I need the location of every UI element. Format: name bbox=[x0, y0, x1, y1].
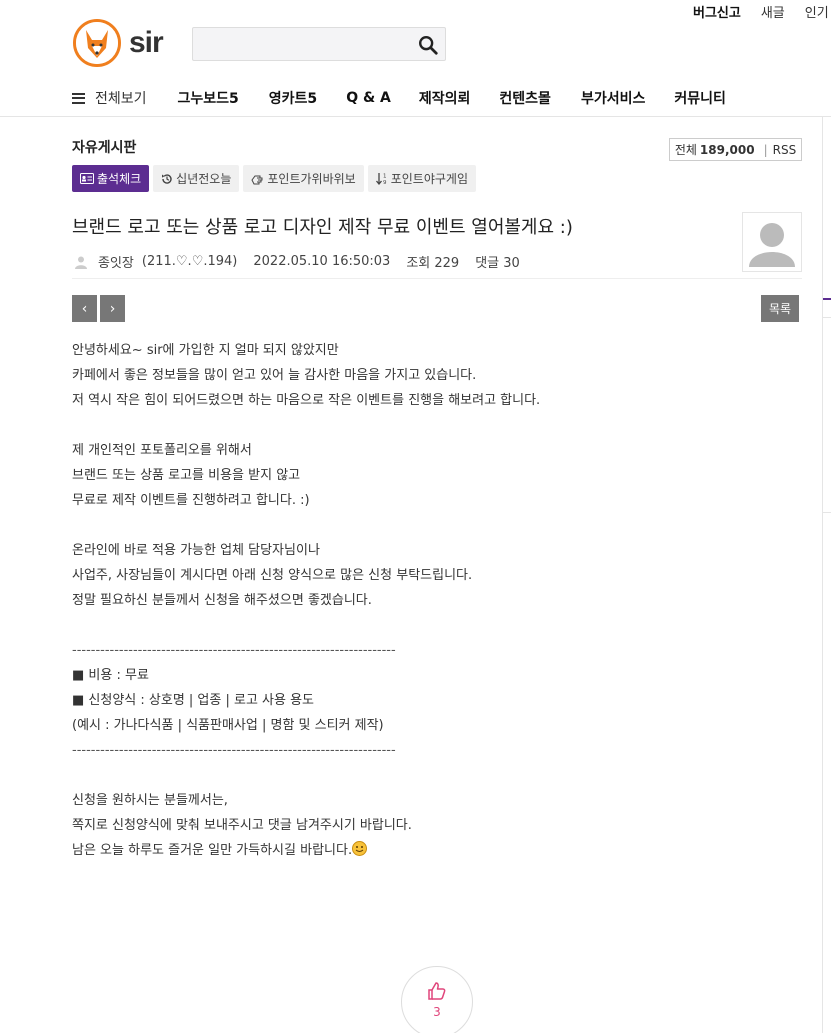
nav-item-services[interactable]: 부가서비스 bbox=[581, 88, 645, 108]
content-last-line: 남은 오늘 하루도 즐거운 일만 가득하시길 바랍니다. bbox=[72, 838, 540, 863]
content-line: ■ 신청양식 : 상호명 | 업종 | 로고 사용 용도 bbox=[72, 693, 315, 708]
content-line: ----------------------------------------… bbox=[72, 743, 396, 758]
rss-link[interactable]: RSS bbox=[773, 143, 797, 157]
meta-divider bbox=[72, 278, 802, 279]
logo-text: sir bbox=[129, 26, 164, 59]
ten-years-ago-label: 십년전오늘 bbox=[176, 172, 232, 186]
content-line bbox=[72, 413, 540, 438]
count-value: 189,000 bbox=[699, 142, 755, 157]
board-tags: 출석체크 십년전오늘 포인트가위바위보 1 9 포인트야구게임 bbox=[72, 165, 476, 192]
author-name[interactable]: 종잇장 bbox=[98, 252, 134, 271]
user-icon bbox=[75, 256, 87, 269]
sort-numeric-icon: 1 9 bbox=[375, 173, 387, 185]
content-line: 온라인에 바로 적용 가능한 업체 담당자님이나 bbox=[72, 543, 320, 558]
content-line bbox=[72, 613, 540, 638]
search-input[interactable] bbox=[192, 27, 446, 61]
content-line: 남은 오늘 하루도 즐거운 일만 가득하시길 바랍니다. bbox=[72, 843, 353, 858]
site-logo[interactable]: sir bbox=[73, 19, 164, 67]
hamburger-icon bbox=[72, 92, 85, 104]
sidebar-divider bbox=[823, 317, 831, 318]
svg-text:1: 1 bbox=[383, 174, 387, 180]
attendance-label: 출석체크 bbox=[97, 172, 142, 186]
content-line: 안녕하세요~ sir에 가입한 지 얼마 되지 않았지만 bbox=[72, 343, 339, 358]
post-content: 안녕하세요~ sir에 가입한 지 얼마 되지 않았지만 카페에서 좋은 정보들… bbox=[72, 338, 540, 863]
svg-text:9: 9 bbox=[383, 180, 387, 185]
nav-all-label: 전체보기 bbox=[95, 91, 147, 107]
count-label: 전체 bbox=[674, 143, 697, 157]
content-line: 쪽지로 신청양식에 맞춰 보내주시고 댓글 남겨주시기 바랍니다. bbox=[72, 818, 412, 833]
like-count: 3 bbox=[433, 1005, 441, 1019]
content-line: 저 역시 작은 힘이 되어드렸으면 하는 마음으로 작은 이벤트를 진행을 해보… bbox=[72, 393, 541, 408]
separator: | bbox=[763, 142, 768, 157]
nav-item-content-mall[interactable]: 컨텐츠몰 bbox=[499, 88, 551, 108]
author-ip: (211.♡.♡.194) bbox=[141, 254, 238, 269]
sidebar-divider bbox=[823, 512, 831, 513]
rock-paper-scissors-label: 포인트가위바위보 bbox=[267, 172, 356, 186]
content-line: 신청을 원하시는 분들께서는, bbox=[72, 793, 228, 808]
content-line: 제 개인적인 포토폴리오를 위해서 bbox=[72, 443, 252, 458]
comment-count[interactable]: 댓글 30 bbox=[475, 252, 520, 271]
ten-years-ago-button[interactable]: 십년전오늘 bbox=[153, 165, 240, 192]
user-avatar-icon bbox=[749, 223, 795, 267]
top-links: 버그신고 새글 인기 bbox=[693, 2, 829, 21]
fox-logo-icon bbox=[73, 19, 121, 67]
board-title: 자유게시판 bbox=[72, 140, 137, 156]
nav-item-youngcart[interactable]: 영카트5 bbox=[269, 88, 317, 108]
sidebar-accent bbox=[823, 298, 831, 300]
id-card-icon bbox=[80, 173, 94, 184]
content-line bbox=[72, 513, 540, 538]
hand-icon bbox=[251, 175, 263, 184]
baseball-game-label: 포인트야구게임 bbox=[390, 172, 468, 186]
content-line: ----------------------------------------… bbox=[72, 643, 396, 658]
right-sidebar-edge bbox=[822, 117, 831, 1033]
post-meta: 종잇장 (211.♡.♡.194) 2022.05.10 16:50:03 조회… bbox=[74, 252, 532, 271]
content-line: 정말 필요하신 분들께서 신청을 해주셨으면 좋겠습니다. bbox=[72, 593, 372, 608]
content-line: 카페에서 좋은 정보들을 많이 얻고 있어 늘 감사한 마음을 가지고 있습니다… bbox=[72, 368, 477, 383]
popular-link[interactable]: 인기 bbox=[805, 2, 829, 21]
main-nav: 전체보기 그누보드5 영카트5 Q & A 제작의뢰 컨텐츠몰 부가서비스 커뮤… bbox=[72, 88, 726, 108]
content-line: (예시 : 가나다식품 | 식품판매사업 | 명함 및 스티커 제작) bbox=[72, 718, 384, 733]
like-button[interactable]: 3 bbox=[401, 966, 473, 1033]
content-line bbox=[72, 763, 540, 788]
nav-item-qna[interactable]: Q & A bbox=[346, 90, 391, 106]
smile-emoji-icon bbox=[352, 841, 368, 856]
attendance-button[interactable]: 출석체크 bbox=[72, 165, 150, 192]
new-posts-link[interactable]: 새글 bbox=[761, 2, 785, 21]
thumbs-up-icon bbox=[428, 982, 446, 1000]
nav-item-request[interactable]: 제작의뢰 bbox=[419, 88, 471, 108]
content-line: 무료로 제작 이벤트를 진행하려고 합니다. :) bbox=[72, 493, 310, 508]
content-line: ■ 비용 : 무료 bbox=[72, 668, 149, 683]
post-count-box[interactable]: 전체 189,000 | RSS bbox=[669, 138, 802, 161]
search-icon[interactable] bbox=[417, 34, 439, 56]
prev-post-button[interactable]: ‹ bbox=[72, 295, 97, 322]
post-datetime: 2022.05.10 16:50:03 bbox=[253, 254, 391, 269]
history-icon bbox=[162, 173, 172, 184]
content-line: 브랜드 또는 상품 로고를 비용을 받지 않고 bbox=[72, 468, 301, 483]
nav-item-community[interactable]: 커뮤니티 bbox=[674, 88, 726, 108]
avatar bbox=[742, 212, 802, 272]
list-button[interactable]: 목록 bbox=[761, 295, 799, 322]
bug-report-link[interactable]: 버그신고 bbox=[693, 2, 741, 21]
nav-all-button[interactable]: 전체보기 bbox=[72, 88, 147, 108]
nav-item-gnuboard[interactable]: 그누보드5 bbox=[178, 88, 239, 108]
rock-paper-scissors-button[interactable]: 포인트가위바위보 bbox=[243, 165, 364, 192]
header-divider bbox=[0, 116, 831, 117]
content-line: 사업주, 사장님들이 계시다면 아래 신청 양식으로 많은 신청 부탁드립니다. bbox=[72, 568, 473, 583]
next-post-button[interactable]: › bbox=[100, 295, 125, 322]
view-count: 조회 229 bbox=[406, 256, 460, 271]
baseball-game-button[interactable]: 1 9 포인트야구게임 bbox=[367, 165, 476, 192]
post-title: 브랜드 로고 또는 상품 로고 디자인 제작 무료 이벤트 열어볼게요 :) bbox=[72, 217, 573, 238]
